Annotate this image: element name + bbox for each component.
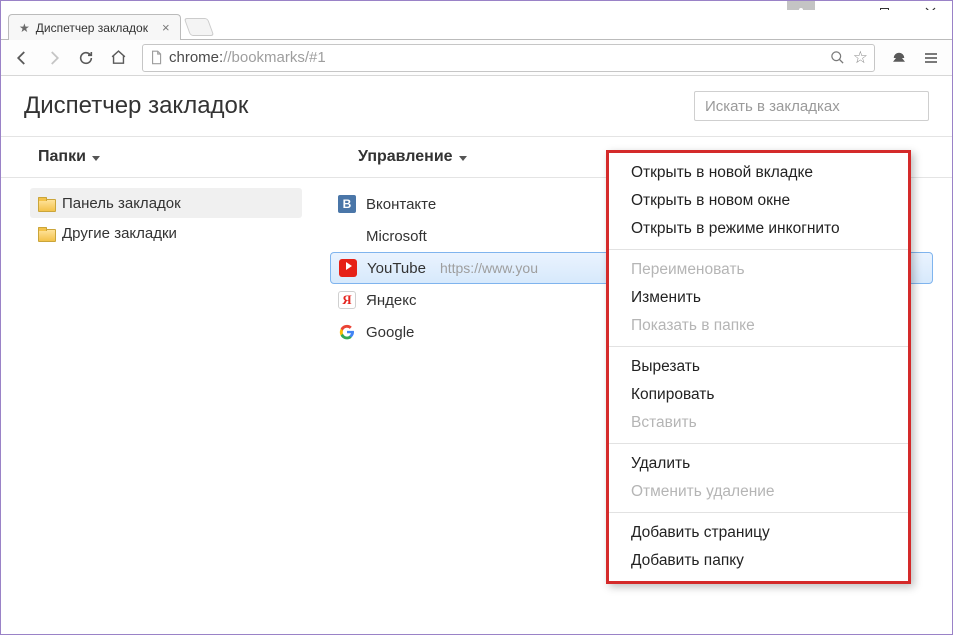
new-tab-button[interactable] bbox=[183, 18, 214, 36]
context-menu: Открыть в новой вкладкеОткрыть в новом о… bbox=[606, 150, 911, 584]
context-menu-item[interactable]: Добавить страницу bbox=[609, 519, 908, 547]
context-menu-item[interactable]: Вырезать bbox=[609, 353, 908, 381]
extension-icon[interactable] bbox=[885, 44, 913, 72]
address-text: chrome://bookmarks/#1 bbox=[169, 49, 326, 66]
folder-label: Панель закладок bbox=[62, 195, 181, 212]
menu-separator bbox=[609, 512, 908, 513]
page-title: Диспетчер закладок bbox=[24, 92, 248, 120]
chevron-down-icon bbox=[92, 156, 100, 161]
bookmark-manager-header: Диспетчер закладок Искать в закладках bbox=[0, 76, 953, 136]
context-menu-item: Переименовать bbox=[609, 256, 908, 284]
context-menu-item[interactable]: Удалить bbox=[609, 450, 908, 478]
menu-button[interactable] bbox=[917, 44, 945, 72]
folder-icon bbox=[38, 227, 54, 240]
menu-separator bbox=[609, 249, 908, 250]
folder-icon bbox=[38, 197, 54, 210]
folders-menu[interactable]: Папки bbox=[0, 137, 320, 177]
context-menu-item: Отменить удаление bbox=[609, 478, 908, 506]
star-icon: ★ bbox=[19, 21, 30, 35]
yandex-icon: Я bbox=[338, 291, 356, 309]
folders-pane: Панель закладок Другие закладки bbox=[0, 178, 320, 635]
bookmark-label: Яндекс bbox=[366, 292, 416, 309]
context-menu-item[interactable]: Изменить bbox=[609, 284, 908, 312]
bookmark-label: YouTube bbox=[367, 260, 426, 277]
bookmark-label: Microsoft bbox=[366, 228, 427, 245]
forward-button[interactable] bbox=[40, 44, 68, 72]
bookmark-star-icon[interactable]: ☆ bbox=[853, 48, 868, 68]
browser-toolbar: chrome://bookmarks/#1 ☆ bbox=[0, 40, 953, 76]
context-menu-item: Показать в папке bbox=[609, 312, 908, 340]
menu-separator bbox=[609, 443, 908, 444]
menu-separator bbox=[609, 346, 908, 347]
close-tab-icon[interactable]: × bbox=[162, 20, 170, 35]
tab-strip: ★ Диспетчер закладок × bbox=[0, 10, 953, 40]
reload-button[interactable] bbox=[72, 44, 100, 72]
back-button[interactable] bbox=[8, 44, 36, 72]
google-icon bbox=[338, 323, 356, 341]
microsoft-icon bbox=[338, 227, 356, 245]
page-icon bbox=[149, 50, 163, 66]
tab-title: Диспетчер закладок bbox=[36, 21, 148, 35]
bookmark-url: https://www.you bbox=[440, 260, 538, 276]
vk-icon: B bbox=[338, 195, 356, 213]
context-menu-item[interactable]: Открыть в режиме инкогнито bbox=[609, 215, 908, 243]
home-button[interactable] bbox=[104, 44, 132, 72]
manage-label: Управление bbox=[358, 148, 453, 166]
bookmark-label: Google bbox=[366, 324, 414, 341]
folder-label: Другие закладки bbox=[62, 225, 177, 242]
browser-tab[interactable]: ★ Диспетчер закладок × bbox=[8, 14, 181, 40]
address-bar[interactable]: chrome://bookmarks/#1 ☆ bbox=[142, 44, 875, 72]
context-menu-item[interactable]: Добавить папку bbox=[609, 547, 908, 575]
context-menu-item: Вставить bbox=[609, 409, 908, 437]
zoom-icon[interactable] bbox=[830, 50, 845, 65]
search-input[interactable]: Искать в закладках bbox=[694, 91, 929, 121]
context-menu-item[interactable]: Открыть в новой вкладке bbox=[609, 159, 908, 187]
youtube-icon bbox=[339, 259, 357, 277]
folders-label: Папки bbox=[38, 148, 86, 166]
chevron-down-icon bbox=[459, 156, 467, 161]
folder-item[interactable]: Другие закладки bbox=[30, 218, 302, 248]
search-placeholder: Искать в закладках bbox=[705, 98, 840, 115]
context-menu-item[interactable]: Открыть в новом окне bbox=[609, 187, 908, 215]
bookmark-label: Вконтакте bbox=[366, 196, 436, 213]
context-menu-item[interactable]: Копировать bbox=[609, 381, 908, 409]
folder-item[interactable]: Панель закладок bbox=[30, 188, 302, 218]
